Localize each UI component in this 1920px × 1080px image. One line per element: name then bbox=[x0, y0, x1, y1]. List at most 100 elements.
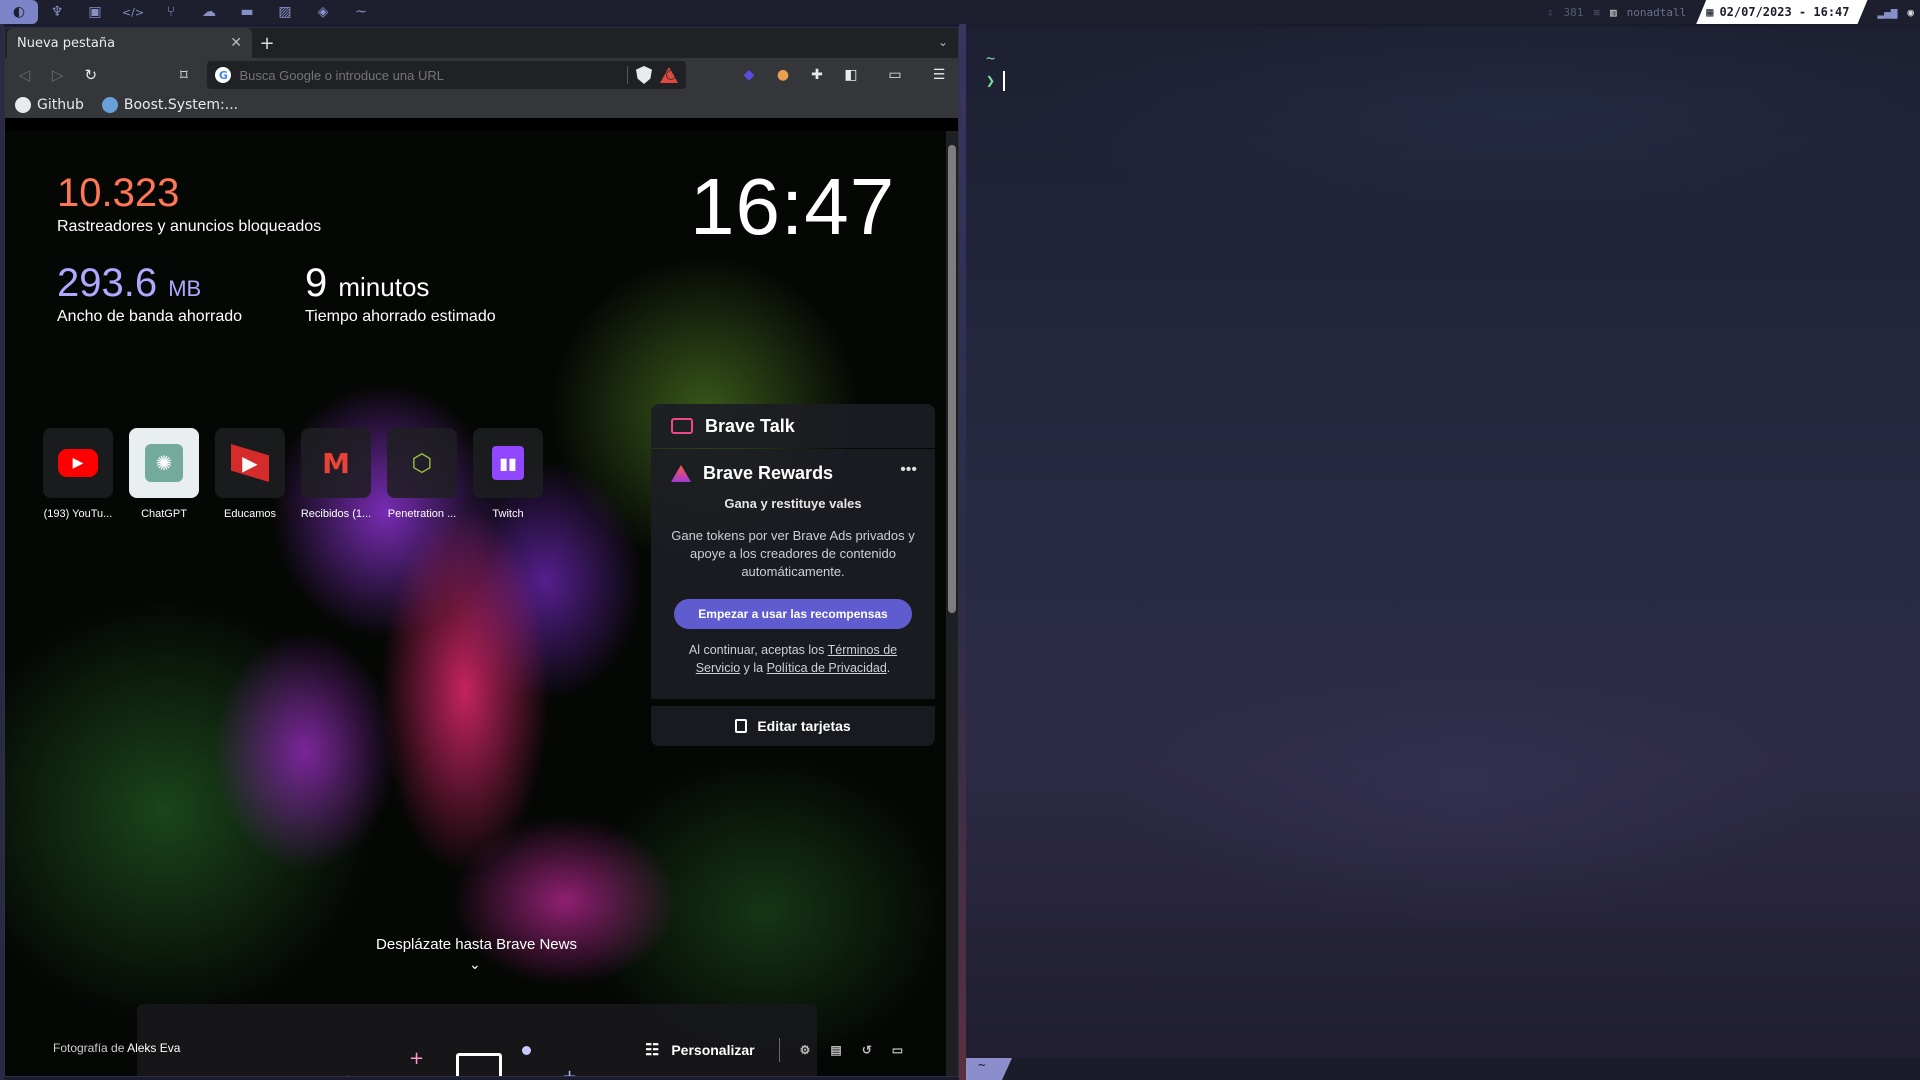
rewards-subtitle: Gana y restituye vales bbox=[724, 496, 862, 511]
download-icon: ⇩ bbox=[1546, 5, 1554, 19]
sidebar-icon[interactable]: ◧ bbox=[842, 66, 860, 84]
terms-suffix: . bbox=[886, 661, 891, 675]
brave-talk-title: Brave Talk bbox=[705, 415, 795, 436]
tab-new-tab[interactable]: Nueva pestaña ✕ bbox=[7, 28, 252, 58]
top-site-youtube[interactable]: ▶ (193) YouTu... bbox=[43, 428, 113, 520]
bandwidth-stat: 293.6 MB Ancho de banda ahorrado bbox=[57, 261, 242, 326]
history-icon[interactable]: ↺ bbox=[862, 1043, 872, 1057]
bookmark-github[interactable]: Github bbox=[15, 97, 84, 113]
ntp-clock: 16:47 bbox=[690, 162, 896, 251]
more-options-icon[interactable]: ••• bbox=[900, 461, 917, 479]
tab-search-chevron-icon[interactable]: ⌄ bbox=[938, 35, 948, 49]
educamos-icon: ▶ bbox=[231, 444, 269, 482]
brave-news-hint[interactable]: Desplázate hasta Brave News bbox=[5, 936, 948, 953]
omnibox-divider bbox=[626, 66, 628, 84]
brave-news-icon[interactable] bbox=[456, 1053, 502, 1076]
bandwidth-value: 293.6 bbox=[57, 261, 158, 305]
url-input[interactable] bbox=[239, 67, 619, 83]
top-site-gmail[interactable]: M Recibidos (1... bbox=[301, 428, 371, 520]
trackers-stat: 10.323 Rastreadores y anuncios bloqueado… bbox=[57, 171, 321, 236]
video-camera-icon bbox=[671, 418, 693, 434]
prompt-symbol: ❯ bbox=[986, 71, 996, 90]
top-site-twitch[interactable]: ▮▮ Twitch bbox=[473, 428, 543, 520]
back-button[interactable]: ◁ bbox=[15, 66, 34, 84]
edit-cards-icon bbox=[735, 719, 748, 733]
top-site-chatgpt[interactable]: ✺ ChatGPT bbox=[129, 428, 199, 520]
workspace-terminal-icon[interactable]: ▣ bbox=[76, 0, 114, 24]
privacy-policy-link[interactable]: Política de Privacidad bbox=[767, 661, 887, 675]
customize-divider bbox=[778, 1038, 780, 1062]
talk-icon[interactable]: ▭ bbox=[892, 1043, 903, 1057]
sparkle-icon: + bbox=[562, 1066, 578, 1077]
workspace-image-icon[interactable]: ▨ bbox=[266, 0, 304, 24]
notification-dot bbox=[665, 70, 676, 80]
bookmark-boost[interactable]: Boost.System:... bbox=[101, 97, 239, 113]
workspace-fedora-icon[interactable]: ◐ bbox=[0, 0, 38, 24]
gmail-icon: M bbox=[322, 446, 350, 480]
workspace-git-icon[interactable]: ⑂ bbox=[152, 0, 190, 24]
top-site-label: Twitch bbox=[492, 508, 524, 520]
window-gap bbox=[959, 24, 966, 1080]
forward-button[interactable]: ▷ bbox=[48, 66, 67, 84]
extensions-puzzle-icon[interactable]: ✚ bbox=[808, 66, 826, 84]
workspace-python-icon[interactable]: ♆ bbox=[38, 0, 76, 24]
trackers-count: 10.323 bbox=[57, 171, 180, 215]
calendar-icon: ▦ bbox=[1706, 5, 1714, 19]
customize-button[interactable]: ☷ Personalizar ⚙ ▤ ↺ ▭ bbox=[645, 1038, 903, 1062]
chevron-down-icon[interactable]: ⌄ bbox=[469, 957, 481, 973]
edit-cards-label: Editar tarjetas bbox=[757, 718, 851, 734]
top-site-label: Recibidos (1... bbox=[300, 508, 372, 520]
scrollbar-thumb[interactable] bbox=[948, 145, 956, 613]
username: nonadtall bbox=[1626, 5, 1687, 19]
terminal-window[interactable]: ~ ❯ ~ bbox=[966, 27, 1920, 1080]
customize-label: Personalizar bbox=[671, 1042, 755, 1058]
settings-icon[interactable]: ⚙ bbox=[800, 1043, 811, 1057]
page-scrollbar[interactable] bbox=[946, 131, 958, 1076]
bookmark-icon[interactable]: ⌑ bbox=[174, 66, 193, 84]
layout-icon[interactable]: ▥ bbox=[1610, 6, 1617, 19]
new-tab-page: 10.323 Rastreadores y anuncios bloqueado… bbox=[5, 131, 948, 1077]
workspace-layers-icon[interactable]: ◈ bbox=[304, 0, 342, 24]
new-tab-button[interactable]: + bbox=[252, 28, 282, 58]
photo-author-link[interactable]: Aleks Eva bbox=[127, 1041, 180, 1055]
start-rewards-button[interactable]: Empezar a usar las recompensas bbox=[674, 599, 912, 629]
github-icon bbox=[15, 97, 31, 113]
brave-rewards-icon[interactable] bbox=[659, 67, 678, 83]
top-site-label: ChatGPT bbox=[141, 508, 187, 520]
youtube-icon: ▶ bbox=[58, 449, 98, 477]
time-label: Tiempo ahorrado estimado bbox=[305, 308, 496, 325]
trackers-label: Rastreadores y anuncios bloqueados bbox=[57, 218, 322, 235]
workspace-docker-icon[interactable]: ☁ bbox=[190, 0, 228, 24]
extension-cube-icon[interactable]: ◆ bbox=[740, 66, 758, 84]
browser-window: Nueva pestaña ✕ + ⌄ ◁ ▷ ↻ ⌑ G ◆ ● ✚ ◧ ▭ … bbox=[4, 27, 959, 1077]
top-site-label: Educamos bbox=[224, 508, 276, 520]
workspace-code-icon[interactable]: </> bbox=[114, 0, 152, 24]
edit-cards-button[interactable]: Editar tarjetas bbox=[651, 706, 935, 746]
bookmarks-bar: Github Boost.System:... bbox=[5, 92, 958, 118]
workspace-folder-icon[interactable]: ▬ bbox=[228, 0, 266, 24]
bookmarks-icon[interactable]: ▤ bbox=[830, 1043, 841, 1057]
extension-cookie-icon[interactable]: ● bbox=[774, 66, 792, 84]
terminal-prompt-line[interactable]: ❯ bbox=[986, 71, 1006, 91]
terminal-tab[interactable]: ~ bbox=[966, 1058, 1012, 1080]
twitch-icon: ▮▮ bbox=[492, 446, 524, 480]
brave-shields-icon[interactable] bbox=[635, 66, 652, 84]
reload-button[interactable]: ↻ bbox=[81, 66, 100, 84]
top-site-penetration[interactable]: ⬡ Penetration ... bbox=[387, 428, 457, 520]
discord-icon[interactable]: ◉ bbox=[1907, 6, 1914, 19]
clock-widget[interactable]: ▦ 02/07/2023 - 16:47 bbox=[1696, 0, 1867, 24]
time-unit: minutos bbox=[338, 272, 430, 302]
tab-title: Nueva pestaña bbox=[17, 35, 116, 51]
workspace-tilde-icon[interactable]: ~ bbox=[342, 0, 380, 24]
terms-prefix: Al continuar, aceptas los bbox=[688, 643, 828, 657]
bookmark-label: Github bbox=[37, 97, 84, 113]
bookmark-label: Boost.System:... bbox=[123, 97, 239, 113]
brave-talk-card[interactable]: Brave Talk bbox=[651, 404, 935, 448]
tab-close-icon[interactable]: ✕ bbox=[230, 35, 242, 51]
address-bar[interactable]: G bbox=[207, 61, 686, 89]
menu-icon[interactable]: ☰ bbox=[930, 66, 948, 84]
terminal-status-bar: ~ bbox=[966, 1058, 1920, 1080]
top-site-educamos[interactable]: ▶ Educamos bbox=[215, 428, 285, 520]
terminal-cwd: ~ bbox=[986, 49, 996, 67]
wallet-icon[interactable]: ▭ bbox=[886, 66, 904, 84]
